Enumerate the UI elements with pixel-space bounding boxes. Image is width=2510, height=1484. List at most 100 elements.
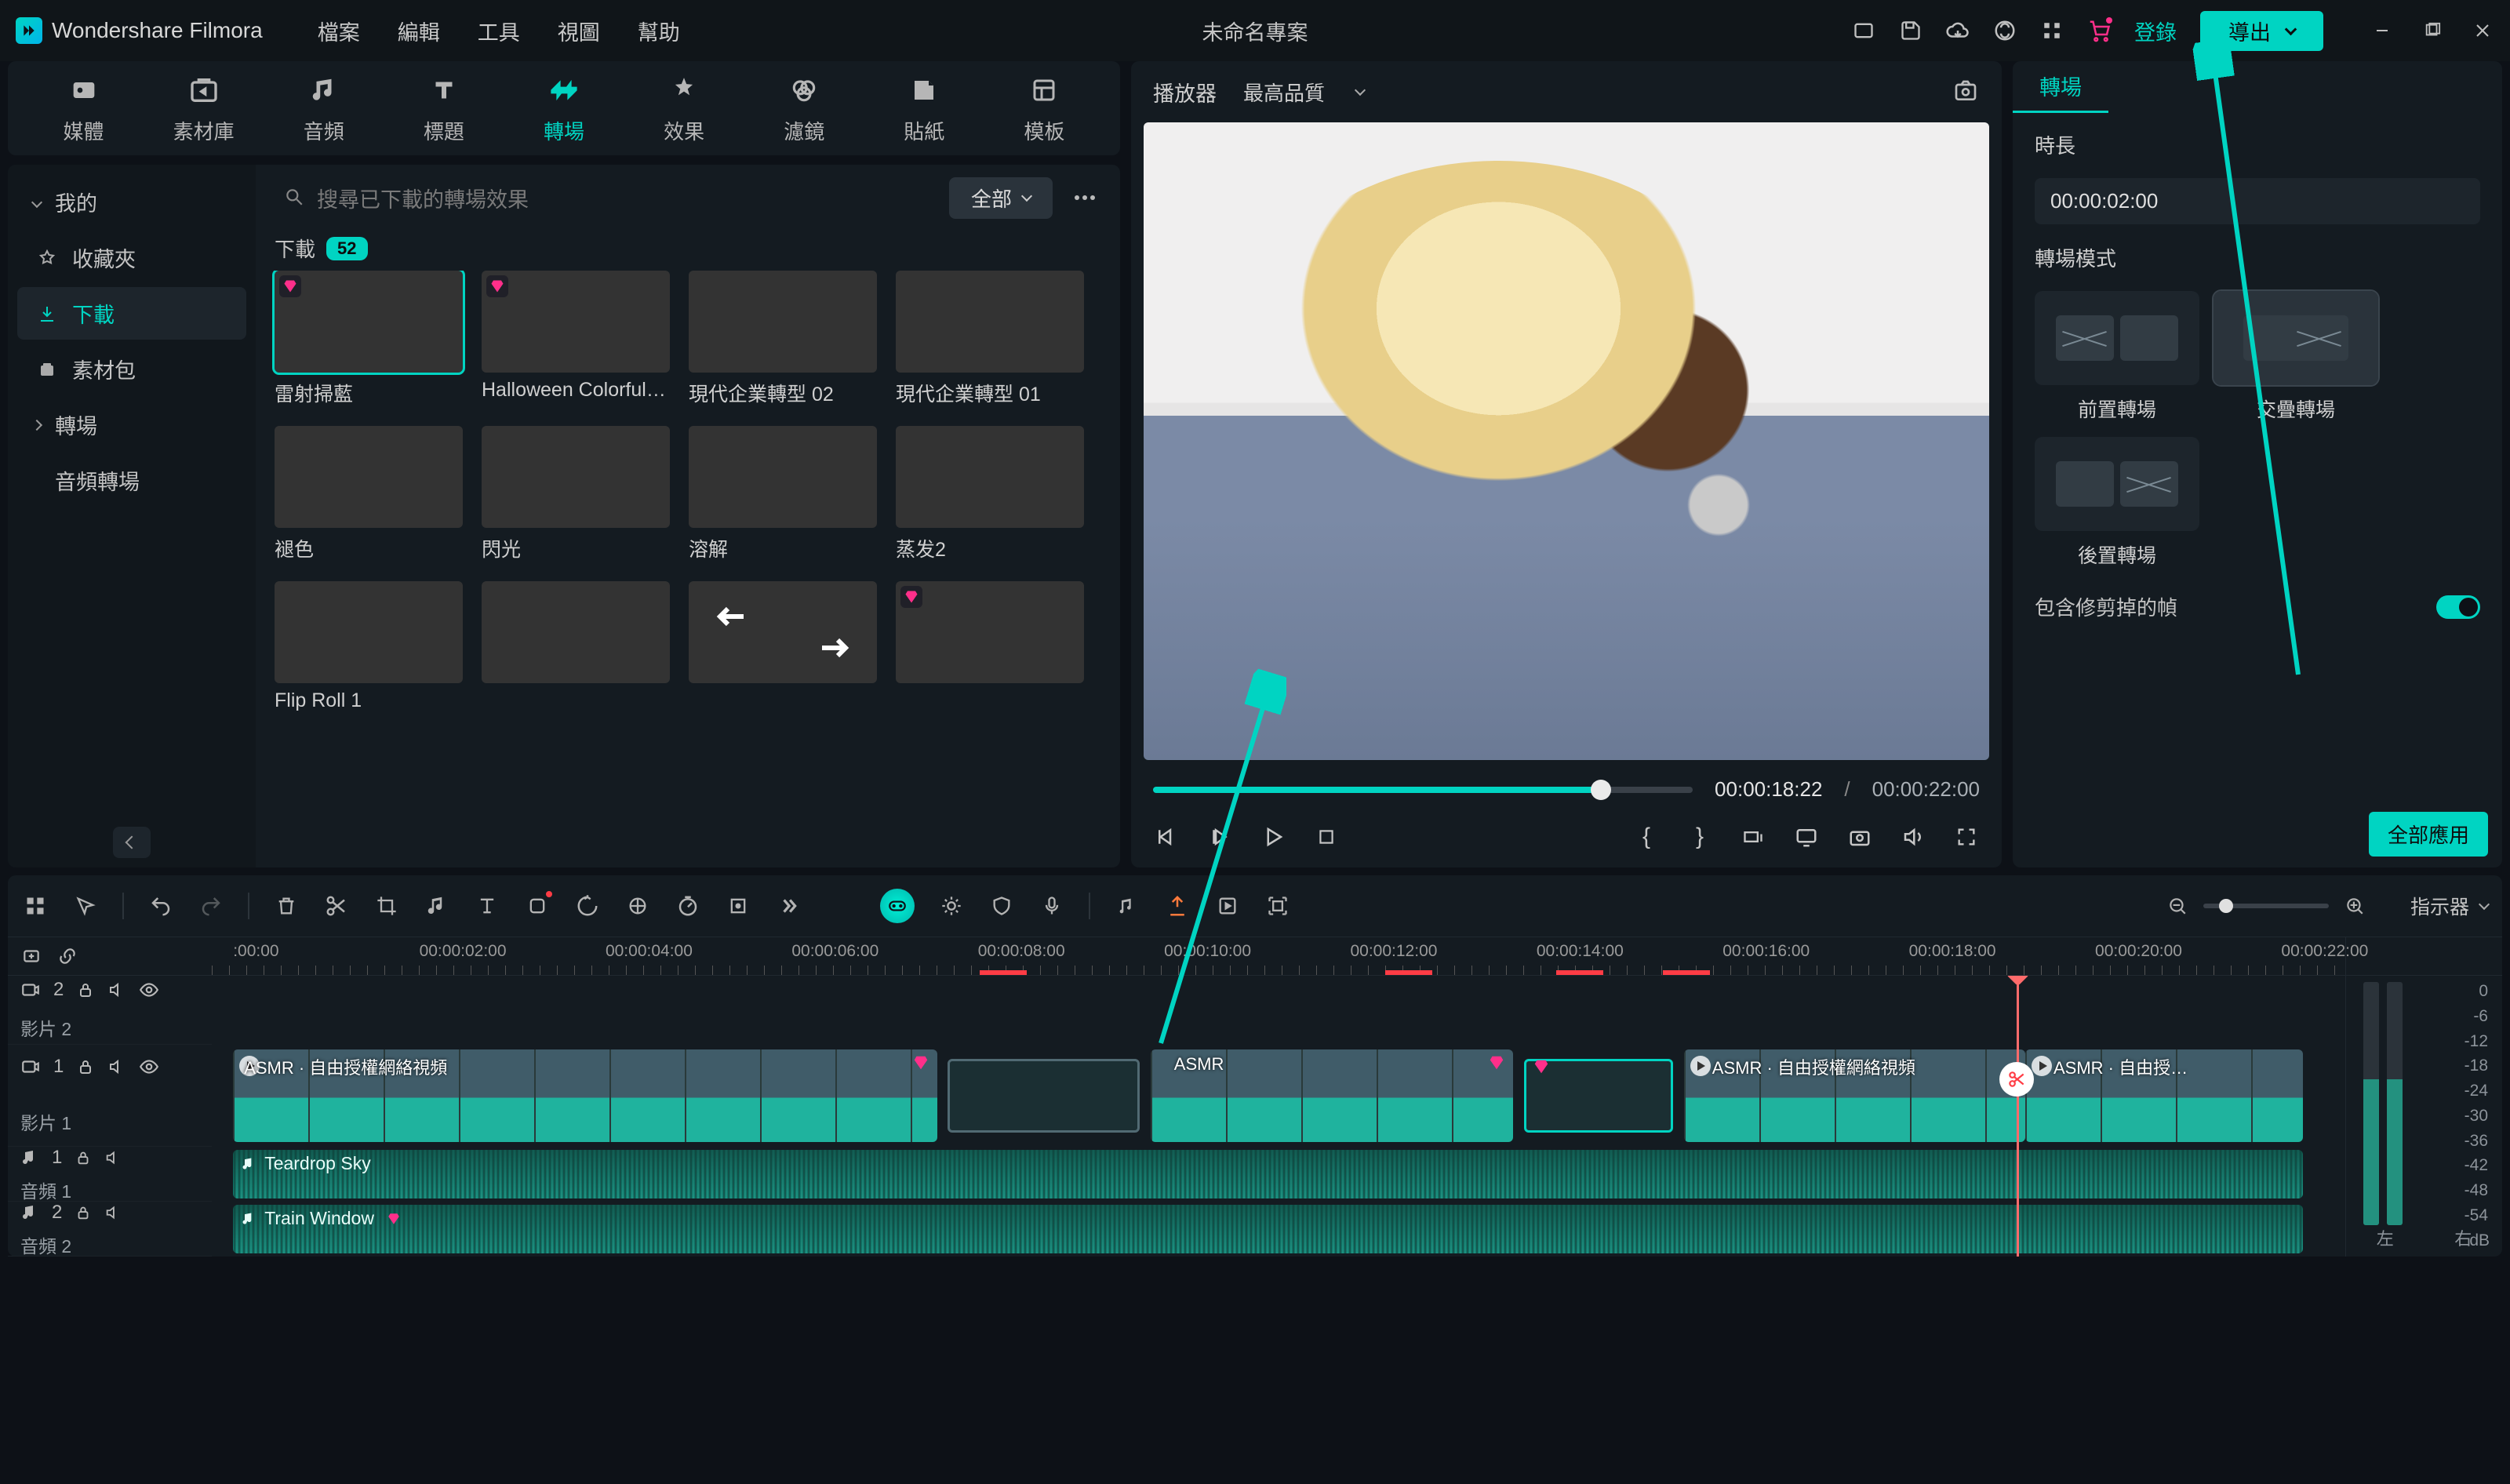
transition-thumb[interactable]: 雷射掃藍 — [275, 271, 463, 407]
tree-audio-transition[interactable]: 音頻轉場 — [17, 454, 246, 507]
transition-thumb[interactable]: 現代企業轉型 01 — [896, 271, 1084, 407]
track-head-video1[interactable]: 1 影片 1 — [8, 1045, 212, 1147]
scrub-bar[interactable] — [1153, 787, 1693, 793]
window-close-icon[interactable] — [2471, 19, 2494, 42]
mode-pre[interactable]: 前置轉場 — [2035, 291, 2199, 423]
login-button[interactable]: 登錄 — [2134, 16, 2177, 46]
tab-template[interactable]: 模板 — [1005, 72, 1083, 145]
undo-icon[interactable] — [147, 893, 174, 919]
tracks-area[interactable]: ASMR · 自由授權網絡視頻 ASMR ASMR · 自由授權網絡視頻 ASM… — [212, 976, 2345, 1257]
tree-assetpack[interactable]: 素材包 — [17, 343, 246, 395]
video-clip[interactable]: ASMR · 自由授權網絡視頻 — [1684, 1049, 2025, 1142]
tree-section-transition[interactable]: 轉場 — [17, 398, 246, 451]
audio-clip[interactable]: Teardrop Sky — [233, 1150, 2302, 1198]
layout-icon[interactable] — [1852, 19, 1875, 42]
mic-icon[interactable] — [1039, 893, 1065, 919]
track-add-icon[interactable] — [20, 945, 42, 967]
preview-viewport[interactable] — [1144, 122, 1989, 760]
window-minimize-icon[interactable] — [2370, 19, 2394, 42]
transition-thumb[interactable]: 蒸发2 — [896, 426, 1084, 562]
transition-clip-selected[interactable] — [1524, 1059, 1673, 1133]
quality-dropdown[interactable]: 最高品質 — [1235, 73, 1372, 111]
mute-icon[interactable] — [104, 1149, 122, 1166]
enhance-icon[interactable] — [938, 893, 965, 919]
lock-icon[interactable] — [76, 980, 95, 999]
sidebar-collapse-button[interactable] — [113, 827, 151, 858]
speed-reverse-icon[interactable] — [574, 893, 601, 919]
save-icon[interactable] — [1899, 19, 1923, 42]
redo-icon[interactable] — [198, 893, 224, 919]
transition-clip[interactable] — [948, 1059, 1140, 1133]
lock-icon[interactable] — [75, 1204, 92, 1221]
transition-thumb[interactable]: 現代企業轉型 02 — [689, 271, 877, 407]
more-options-button[interactable] — [1065, 178, 1104, 217]
speed-icon[interactable] — [675, 893, 701, 919]
clip-display-icon[interactable] — [1740, 824, 1766, 850]
color-icon[interactable] — [624, 893, 651, 919]
filter-dropdown[interactable]: 全部 — [949, 177, 1053, 219]
tl-apps-icon[interactable] — [22, 893, 49, 919]
zoom-out-icon[interactable] — [2164, 893, 2191, 919]
split-icon[interactable] — [323, 893, 350, 919]
scrub-knob[interactable] — [1591, 780, 1611, 800]
tl-cursor-icon[interactable] — [72, 893, 99, 919]
transition-thumb[interactable]: 褪色 — [275, 426, 463, 562]
indicator-dropdown[interactable]: 指示器 — [2410, 892, 2488, 920]
video-clip[interactable]: ASMR · 自由授… — [2025, 1049, 2303, 1142]
window-maximize-icon[interactable] — [2421, 19, 2444, 42]
mark-out-icon[interactable]: } — [1686, 824, 1713, 850]
play-icon[interactable] — [1260, 824, 1286, 850]
time-ruler[interactable]: :00:0000:00:02:0000:00:04:0000:00:06:000… — [212, 937, 2345, 975]
mode-post[interactable]: 後置轉場 — [2035, 437, 2199, 569]
delete-icon[interactable] — [273, 893, 300, 919]
tab-title[interactable]: 標題 — [405, 72, 483, 145]
zoom-slider[interactable] — [2203, 904, 2329, 908]
link-icon[interactable] — [56, 945, 78, 967]
tab-stock[interactable]: 素材庫 — [165, 72, 243, 145]
transition-thumb[interactable]: 閃光 — [482, 426, 670, 562]
cart-icon[interactable] — [2087, 19, 2111, 42]
transition-thumb[interactable]: 溶解 — [689, 426, 877, 562]
lock-icon[interactable] — [75, 1149, 92, 1166]
beat-icon[interactable] — [424, 893, 450, 919]
apply-all-button[interactable]: 全部應用 — [2369, 812, 2488, 857]
fullscreen-icon[interactable] — [1953, 824, 1980, 850]
duration-input[interactable]: 00:00:02:00 — [2035, 178, 2480, 224]
mark-in-icon[interactable]: { — [1633, 824, 1660, 850]
ai-button[interactable] — [880, 889, 915, 923]
camera-icon[interactable] — [1846, 824, 1873, 850]
audio-clip[interactable]: Train Window — [233, 1205, 2302, 1253]
track-head-audio2[interactable]: 2 音頻 2 — [8, 1202, 212, 1257]
transition-thumb[interactable]: Flip Roll 1 — [275, 581, 463, 712]
menu-view[interactable]: 視圖 — [558, 16, 600, 46]
transition-thumb[interactable] — [689, 581, 877, 712]
tab-transition[interactable]: 轉場 — [525, 72, 603, 145]
export-button[interactable]: 導出 — [2200, 11, 2323, 51]
crop-icon[interactable] — [373, 893, 400, 919]
volume-icon[interactable] — [1900, 824, 1926, 850]
display-icon[interactable] — [1793, 824, 1820, 850]
tree-favorites[interactable]: 收藏夾 — [17, 231, 246, 284]
stop-icon[interactable] — [1313, 824, 1340, 850]
tree-section-my[interactable]: 我的 — [17, 176, 246, 228]
search-input[interactable]: 搜尋已下載的轉場效果 — [271, 183, 937, 213]
render-icon[interactable] — [1214, 893, 1241, 919]
video-clip[interactable]: ASMR — [1151, 1049, 1513, 1142]
mute-icon[interactable] — [104, 1204, 122, 1221]
menu-file[interactable]: 檔案 — [318, 16, 360, 46]
transition-thumb[interactable]: Halloween Colorful T... — [482, 271, 670, 407]
tab-media[interactable]: 媒體 — [45, 72, 123, 145]
video-clip[interactable]: ASMR · 自由授權網絡視頻 — [233, 1049, 937, 1142]
transition-thumb[interactable] — [482, 581, 670, 712]
playhead[interactable] — [2017, 976, 2019, 1257]
mute-icon[interactable] — [107, 1057, 126, 1076]
snapshot-icon[interactable] — [1953, 78, 1980, 105]
marker-icon[interactable] — [1164, 893, 1191, 919]
lock-icon[interactable] — [76, 1057, 95, 1076]
tab-audio[interactable]: 音頻 — [285, 72, 363, 145]
split-handle[interactable] — [1999, 1062, 2034, 1097]
menu-tools[interactable]: 工具 — [478, 16, 520, 46]
track-head-audio1[interactable]: 1 音頻 1 — [8, 1147, 212, 1202]
tab-sticker[interactable]: 貼紙 — [885, 72, 963, 145]
menu-help[interactable]: 幫助 — [638, 16, 680, 46]
